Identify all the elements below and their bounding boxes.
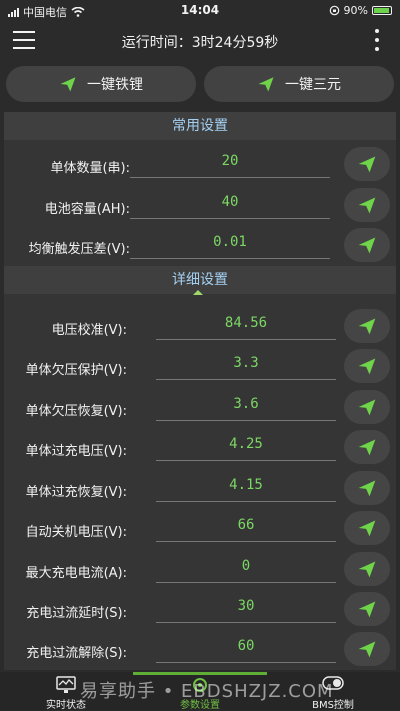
common-settings-header: 常用设置: [4, 112, 396, 140]
runtime-value: 3时24分59秒: [191, 35, 279, 51]
preset-lifepo4-label: 一键铁锂: [87, 77, 143, 93]
send-button[interactable]: [344, 349, 390, 383]
send-icon: [358, 520, 376, 537]
setting-row-overcurrent-delay: 充电过流延时(S): 30: [0, 590, 400, 630]
send-icon: [358, 156, 376, 173]
setting-label: 均衡触发压差(V):: [28, 242, 130, 257]
tab-realtime-status[interactable]: 实时状态: [16, 672, 116, 711]
setting-row-cell-count: 单体数量(串): 20: [0, 145, 400, 185]
setting-row-undervoltage-recover: 单体欠压恢复(V): 3.6: [0, 388, 400, 428]
preset-ternary-button[interactable]: 一键三元: [204, 66, 394, 102]
send-icon: [358, 561, 376, 578]
setting-row-overcharge-voltage: 单体过充电压(V): 4.25: [0, 428, 400, 468]
setting-row-max-charge-current: 最大充电电流(A): 0: [0, 550, 400, 590]
tab-label: BMS控制: [312, 700, 354, 711]
send-icon: [358, 480, 376, 497]
tab-label: 实时状态: [46, 700, 86, 711]
setting-label: 电池容量(AH):: [44, 202, 130, 217]
send-icon: [358, 439, 376, 456]
active-tab-indicator: [133, 672, 267, 675]
setting-row-undervoltage-protect: 单体欠压保护(V): 3.3: [0, 347, 400, 387]
setting-value-input[interactable]: 30: [156, 592, 336, 623]
setting-label: 单体数量(串):: [50, 161, 130, 176]
setting-value-input[interactable]: 40: [130, 188, 330, 219]
setting-row-auto-shutdown: 自动关机电压(V): 66: [0, 509, 400, 549]
more-options-icon[interactable]: [374, 29, 380, 51]
setting-label: 单体过充电压(V):: [25, 444, 127, 459]
setting-value-input[interactable]: 4.15: [156, 471, 336, 502]
setting-label: 单体欠压恢复(V):: [25, 404, 127, 419]
setting-label: 充电过流延时(S):: [26, 606, 127, 621]
send-button[interactable]: [344, 309, 390, 343]
setting-value-input[interactable]: 3.6: [156, 390, 336, 421]
tab-label: 参数设置: [180, 700, 220, 711]
collapse-caret-icon[interactable]: [193, 290, 203, 295]
tab-parameter-settings[interactable]: 参数设置: [150, 672, 250, 711]
send-button[interactable]: [344, 592, 390, 626]
setting-label: 单体欠压保护(V):: [25, 363, 127, 378]
setting-row-voltage-calibration: 电压校准(V): 84.56: [0, 307, 400, 347]
send-icon: [358, 358, 376, 375]
setting-value-input[interactable]: 3.3: [156, 349, 336, 380]
setting-value-input[interactable]: 20: [130, 147, 330, 178]
setting-value-input[interactable]: 60: [156, 632, 336, 663]
preset-ternary-label: 一键三元: [285, 77, 341, 93]
tab-bms-control[interactable]: BMS控制: [283, 672, 383, 711]
setting-label: 自动关机电压(V):: [25, 525, 127, 540]
send-icon: [60, 77, 76, 92]
setting-value-input[interactable]: 4.25: [156, 430, 336, 461]
setting-label: 电压校准(V):: [51, 323, 127, 338]
send-button[interactable]: [344, 552, 390, 586]
send-icon: [358, 601, 376, 618]
preset-lifepo4-button[interactable]: 一键铁锂: [6, 66, 196, 102]
setting-label: 单体过充恢复(V):: [25, 485, 127, 500]
runtime-label: 运行时间：: [121, 35, 192, 51]
setting-value-input[interactable]: 84.56: [156, 309, 336, 340]
send-icon: [258, 77, 274, 92]
send-button[interactable]: [344, 390, 390, 424]
settings-icon: [193, 678, 207, 692]
bottom-tab-bar: 实时状态 参数设置 BMS控制: [0, 672, 400, 711]
monitor-icon: [56, 676, 76, 693]
send-button[interactable]: [344, 188, 390, 222]
setting-value-input[interactable]: 0: [156, 552, 336, 583]
send-icon: [358, 237, 376, 254]
toggle-icon: [322, 676, 344, 690]
battery-icon: [372, 6, 392, 15]
send-button[interactable]: [344, 471, 390, 505]
orientation-lock-icon: [329, 5, 339, 16]
send-icon: [358, 197, 376, 214]
send-button[interactable]: [344, 228, 390, 262]
send-button[interactable]: [344, 632, 390, 666]
battery-percent: 90%: [343, 4, 368, 17]
setting-row-capacity: 电池容量(AH): 40: [0, 186, 400, 226]
runtime-display: 运行时间：3时24分59秒: [0, 32, 400, 52]
setting-value-input[interactable]: 0.01: [130, 228, 330, 259]
top-bar: 运行时间：3时24分59秒: [0, 22, 400, 60]
send-button[interactable]: [344, 147, 390, 181]
setting-row-overcurrent-release: 充电过流解除(S): 60: [0, 630, 400, 670]
setting-label: 充电过流解除(S):: [26, 646, 127, 661]
send-icon: [358, 318, 376, 335]
setting-value-input[interactable]: 66: [156, 511, 336, 542]
setting-label: 最大充电电流(A):: [25, 566, 127, 581]
send-icon: [358, 641, 376, 658]
send-button[interactable]: [344, 430, 390, 464]
status-bar: 中国电信 14:04 90%: [0, 0, 400, 22]
send-button[interactable]: [344, 511, 390, 545]
setting-row-overcharge-recover: 单体过充恢复(V): 4.15: [0, 469, 400, 509]
send-icon: [358, 399, 376, 416]
setting-row-balance-diff: 均衡触发压差(V): 0.01: [0, 226, 400, 266]
